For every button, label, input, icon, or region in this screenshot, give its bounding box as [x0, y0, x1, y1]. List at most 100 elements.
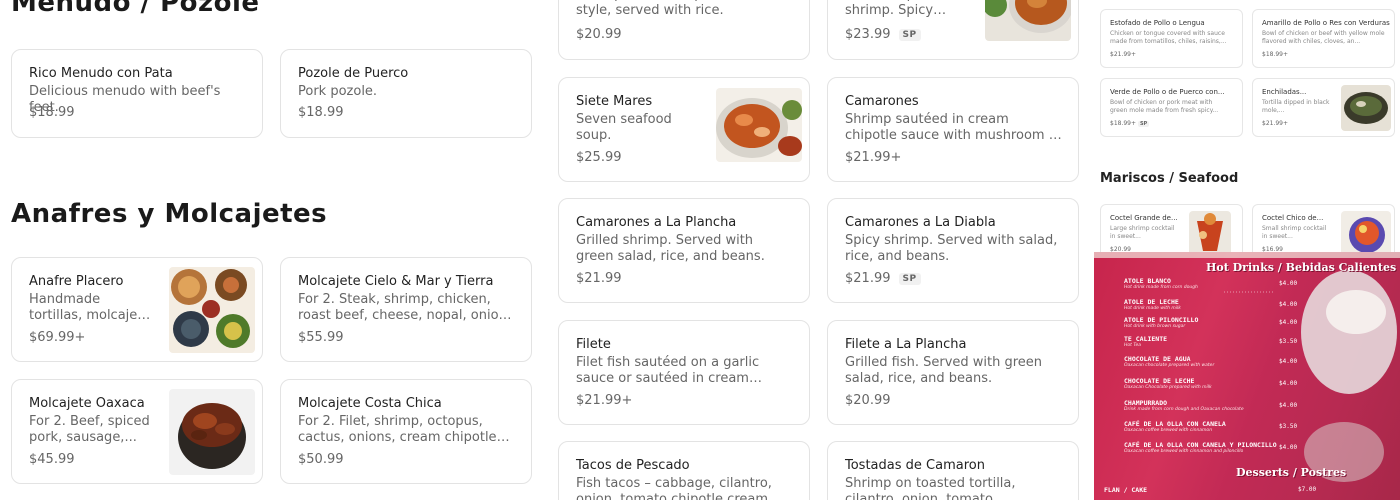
mini-item-price: $18.99+ [1262, 51, 1289, 58]
menu-item-desc: Grilled fish. Served with green salad, r… [845, 355, 1043, 386]
menu-row-sub: Hot drink with brown sugar [1124, 324, 1186, 329]
menu-item-price: $21.99+ [845, 150, 902, 165]
menu-row-name: FLAN / CAKE [1104, 486, 1148, 494]
menu-item-desc: Fish tacos – cabbage, cilantro, onion, t… [576, 476, 772, 500]
menu-item-desc: Grilled shrimp. Served with green salad,… [576, 233, 765, 264]
menu-item-card[interactable]: Molcajete Oaxaca For 2. Beef, spiced por… [11, 379, 263, 484]
menu-row-price: $3.50 [1279, 338, 1298, 345]
menu-row-name: CHOCOLATE DE LECHE [1124, 377, 1195, 385]
menu-item-desc: Filet fish sautéed on a garlic sauce or … [576, 355, 760, 386]
menu-row-price: $4.00 [1279, 358, 1298, 365]
menu-item-desc: Shrimp or fish soup, seaside style, serv… [576, 0, 760, 18]
menu-item-price: $18.99 [298, 105, 344, 120]
menu-row-name: ATOLE DE PILONCILLO [1124, 316, 1199, 324]
menu-item-card[interactable]: Filete a La Plancha Grilled fish. Served… [827, 320, 1079, 425]
spicy-badge: SP [1137, 121, 1150, 127]
mini-item-price: $21.99+ [1262, 120, 1289, 127]
menu-item-card[interactable]: Anafre Placero Handmade tortillas, molca… [11, 257, 263, 362]
menu-row-price: $7.00 [1298, 486, 1317, 493]
menu-row-name: ATOLE BLANCO [1124, 277, 1171, 285]
food-photo [1341, 85, 1391, 131]
spicy-badge: SP [898, 29, 921, 41]
menu-item-card[interactable]: Molcajete Cielo & Mar y Tierra For 2. St… [280, 257, 532, 362]
menu-item-card[interactable]: Siete Mares Seven seafood soup. $25.99 [558, 77, 810, 182]
mini-item-card[interactable]: Estofado de Pollo o Lengua Chicken or to… [1100, 9, 1243, 68]
menu-item-name: Pozole de Puerco [298, 66, 409, 81]
mini-item-name: Estofado de Pollo o Lengua [1110, 19, 1205, 27]
menu-row-name: TE CALIENTE [1124, 335, 1168, 343]
menu-item-card[interactable]: Filete Filet fish sautéed on a garlic sa… [558, 320, 810, 425]
food-photo [169, 267, 255, 353]
menu-item-card[interactable]: Pozole de Puerco Pork pozole. $18.99 [280, 49, 532, 138]
menu-item-price: $20.99 [845, 393, 891, 408]
menu-item-card[interactable]: Molcajete Costa Chica For 2. Filet, shri… [280, 379, 532, 484]
menu-row-name: CHAMPURRADO [1124, 399, 1168, 407]
mini-item-card[interactable]: Amarillo de Pollo o Res con Verduras Bow… [1252, 9, 1395, 68]
menu-item-name: Molcajete Cielo & Mar y Tierra [298, 274, 494, 289]
menu-row-price: $4.00 [1279, 444, 1298, 451]
mini-item-price: $18.99+ SP [1110, 120, 1150, 127]
menu-item-desc: Shrimp sautéed in cream chipotle sauce w… [845, 112, 1062, 143]
mini-item-desc: Tortilla dipped in black mole,... [1262, 99, 1330, 114]
menu-item-name: Camarones [845, 94, 919, 109]
menu-row-sub: Oaxacan coffee brewed with cinnamon [1124, 428, 1213, 433]
price-value: $21.99 [845, 271, 891, 286]
menu-item-price: $21.99 [576, 271, 622, 286]
hot-drinks-heading: Hot Drinks / Bebidas Calientes [1206, 261, 1397, 274]
food-photo [985, 0, 1071, 41]
menu-item-desc: Pork pozole. [298, 84, 378, 99]
menu-item-name: Tostadas de Camaron [845, 458, 985, 473]
menu-item-name: Camarones a La Plancha [576, 215, 737, 230]
menu-row-name: CAFÉ DE LA OLLA CON CANELA Y PILONCILLO [1124, 441, 1277, 449]
menu-board-photo: Hot Drinks / Bebidas Calientes ATOLE BLA… [1094, 252, 1400, 500]
section-title-menudo: Menudo / Pozole [11, 0, 260, 18]
menu-row-price: $4.00 [1279, 301, 1298, 308]
mini-item-name: Enchiladas... [1262, 88, 1307, 96]
mini-item-card[interactable]: Enchiladas... Tortilla dipped in black m… [1252, 78, 1395, 137]
mini-item-desc: Large shrimp cocktail in sweet... [1110, 225, 1175, 240]
menu-row-price: $4.00 [1279, 319, 1298, 326]
mini-item-desc: Chicken or tongue covered with sauce mad… [1110, 30, 1227, 45]
food-photo [169, 389, 255, 475]
food-photo [1341, 211, 1391, 257]
menu-item-card[interactable]: Tostadas de Camaron Shrimp on toasted to… [827, 441, 1079, 500]
mini-item-name: Verde de Pollo o de Puerco con... [1110, 88, 1225, 96]
menu-item-card[interactable]: Camarones Shrimp sautéed in cream chipot… [827, 77, 1079, 182]
section-title-seafood: Mariscos / Seafood [1100, 171, 1239, 186]
menu-item-card[interactable]: Fish, octopus, and shrimp. Spicy soup. $… [827, 0, 1079, 60]
menu-item-price: $55.99 [298, 330, 344, 345]
menu-item-card[interactable]: Camarones a La Plancha Grilled shrimp. S… [558, 198, 810, 303]
menu-item-price: $20.99 [576, 27, 622, 42]
menu-item-name: Anafre Placero [29, 274, 124, 289]
menu-item-price: $23.99 SP [845, 27, 921, 42]
menu-row-sub: Oaxacan chocolate prepared with water [1124, 363, 1215, 368]
menu-item-price: $50.99 [298, 452, 344, 467]
menu-item-price: $18.99 [29, 105, 75, 120]
mini-item-card[interactable]: Verde de Pollo o de Puerco con... Bowl o… [1100, 78, 1243, 137]
menu-row-name: CAFÉ DE LA OLLA CON CANELA [1124, 420, 1226, 428]
menu-item-desc: Seven seafood soup. [576, 112, 672, 143]
menu-item-price: $21.99 SP [845, 271, 921, 286]
mini-item-desc: Bowl of chicken or pork meat with green … [1110, 99, 1219, 114]
mini-item-name: Coctel Chico de... [1262, 214, 1324, 222]
menu-row-price: $3.50 [1279, 423, 1298, 430]
menu-row-price: $4.00 [1279, 402, 1298, 409]
menu-row-sub: Hot Tea [1124, 343, 1142, 348]
mini-item-desc: Small shrimp cocktail in sweet... [1262, 225, 1327, 240]
menu-item-card[interactable]: Camarones a La Diabla Spicy shrimp. Serv… [827, 198, 1079, 303]
menu-item-name: Filete a La Plancha [845, 337, 967, 352]
menu-row-sub: Drink made from corn dough and Oaxacan c… [1124, 407, 1244, 412]
menu-item-desc: For 2. Steak, shrimp, chicken, roast bee… [298, 292, 514, 323]
menu-item-card[interactable]: Rico Menudo con Pata Delicious menudo wi… [11, 49, 263, 138]
food-photo [716, 88, 802, 162]
menu-item-desc: Shrimp on toasted tortilla, cilantro, on… [845, 476, 1016, 500]
mini-item-name: Amarillo de Pollo o Res con Verduras [1262, 19, 1390, 27]
menu-item-card[interactable]: Shrimp or fish soup, seaside style, serv… [558, 0, 810, 60]
menu-item-name: Filete [576, 337, 611, 352]
menu-item-card[interactable]: Tacos de Pescado Fish tacos – cabbage, c… [558, 441, 810, 500]
menu-row-name: ATOLE DE LECHE [1124, 298, 1179, 306]
menu-item-name: Molcajete Costa Chica [298, 396, 442, 411]
menu-item-name: Tacos de Pescado [576, 458, 690, 473]
section-title-anafres: Anafres y Molcajetes [11, 199, 328, 229]
menu-item-price: $69.99+ [29, 330, 86, 345]
